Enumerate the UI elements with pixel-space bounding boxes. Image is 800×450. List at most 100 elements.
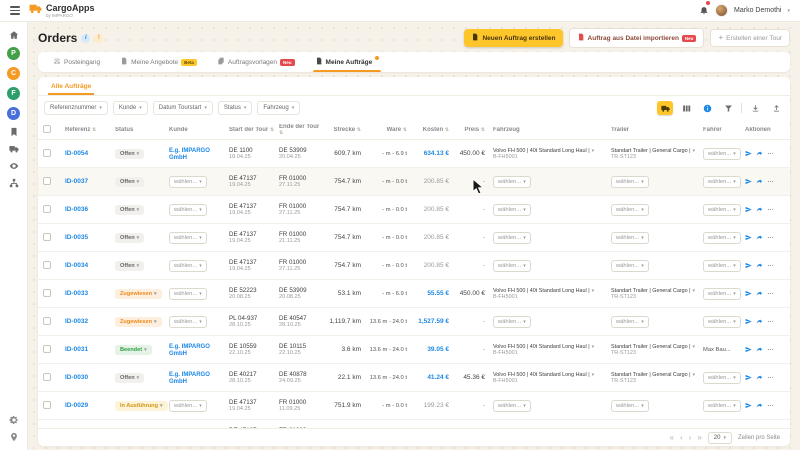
user-menu-chevron-icon[interactable]: ▾ [787,8,790,14]
filter-referenznummer[interactable]: Referenznummer ▾ [44,101,108,115]
row-checkbox[interactable] [43,344,51,353]
more-options-icon[interactable] [767,150,774,157]
row-checkbox[interactable] [43,260,51,269]
tab-auftragsvorlagen[interactable]: Auftragsvorlagen Neu [208,52,304,72]
driver-select[interactable]: wählen... ▾ [703,399,741,412]
order-reference-link[interactable]: ID-0033 [65,290,88,297]
more-options-icon[interactable] [767,178,774,185]
row-checkbox[interactable] [43,316,51,325]
vehicle-select[interactable]: wählen... ▾ [493,399,531,412]
tab-meine-auftraege[interactable]: Meine Aufträge [306,52,389,72]
vehicle-select[interactable]: wählen... ▾ [493,203,531,216]
status-select[interactable]: Offen ▾ [115,148,145,159]
customer-select[interactable]: wählen... ▾ [169,315,207,328]
order-reference-link[interactable]: ID-0031 [65,346,88,353]
driver-select[interactable]: wählen... ▾ [703,203,741,216]
send-icon[interactable] [745,290,752,297]
send-icon[interactable] [745,318,752,325]
last-page-button[interactable]: » [697,433,701,442]
tab-meine-angebote[interactable]: Meine Angebote Beta [111,52,206,72]
customer-select[interactable]: wählen... ▾ [169,231,207,244]
announcement-icon[interactable]: ! [94,33,104,43]
order-reference-link[interactable]: ID-0054 [65,150,88,157]
column-header-start-der-tour[interactable]: Start der Tour ⇅ [229,127,279,133]
network-icon[interactable] [9,178,19,188]
import-order-button[interactable]: Auftrag aus Datei importieren Neu [568,28,705,48]
next-page-button[interactable]: › [689,433,692,442]
status-select[interactable]: Offen ▾ [115,232,145,243]
more-options-icon[interactable] [767,262,774,269]
driver-select[interactable]: wählen... ▾ [703,231,741,244]
prev-page-button[interactable]: ‹ [680,433,683,442]
driver-select[interactable]: wählen... ▾ [703,315,741,328]
customer-select[interactable]: wählen... ▾ [169,287,207,300]
share-icon[interactable] [756,150,763,157]
trailer-select[interactable]: wählen... ▾ [611,259,649,272]
columns-button[interactable] [678,101,694,115]
download-button[interactable] [747,101,763,115]
planning-module-icon[interactable]: P [7,47,20,60]
customer-select[interactable]: wählen... ▾ [169,175,207,188]
dispatch-module-icon[interactable]: D [7,107,20,120]
status-select[interactable]: Offen ▾ [115,176,145,187]
truck-icon[interactable] [8,144,19,154]
first-page-button[interactable]: « [670,433,674,442]
more-options-icon[interactable] [767,290,774,297]
trailer-select[interactable]: wählen... ▾ [611,203,649,216]
vehicle-select[interactable]: wählen... ▾ [493,259,531,272]
order-reference-link[interactable]: ID-0037 [65,178,88,185]
filter-datum-tourstart[interactable]: Datum Tourstart ▾ [152,101,213,115]
row-checkbox[interactable] [43,372,51,381]
trailer-select[interactable]: wählen... ▾ [611,315,649,328]
column-header-ware[interactable]: Ware ⇅ [369,127,415,133]
send-icon[interactable] [745,234,752,241]
more-options-icon[interactable] [767,374,774,381]
customer-select[interactable]: wählen... ▾ [169,203,207,216]
share-icon[interactable] [756,234,763,241]
send-icon[interactable] [745,346,752,353]
customer-link[interactable]: E.g. IMPARGO GmbH [169,344,210,357]
row-checkbox[interactable] [43,288,51,297]
driver-select[interactable]: wählen... ▾ [703,259,741,272]
column-header-strecke[interactable]: Strecke ⇅ [329,127,369,133]
status-select[interactable]: Zugewiesen ▾ [115,288,162,299]
menu-icon[interactable] [10,6,20,15]
create-tour-button[interactable]: + Erstellen einer Tour [710,29,790,47]
trailer-select[interactable]: wählen... ▾ [611,399,649,412]
subtab-alle-auftraege[interactable]: Alle Aufträge [48,77,95,95]
notifications-bell-icon[interactable] [699,0,711,20]
customer-select[interactable]: wählen... ▾ [169,399,207,412]
cargo-module-icon[interactable]: C [7,67,20,80]
create-order-button[interactable]: Neuen Auftrag erstellen [464,29,563,47]
trailer-select[interactable]: wählen... ▾ [611,175,649,188]
row-checkbox[interactable] [43,148,51,157]
customer-link[interactable]: E.g. IMPARGO GmbH [169,148,210,161]
row-checkbox[interactable] [43,176,51,185]
share-icon[interactable] [756,346,763,353]
vehicle-view-button[interactable] [657,101,673,115]
location-icon[interactable] [9,432,19,442]
send-icon[interactable] [745,206,752,213]
row-checkbox[interactable] [43,204,51,213]
order-reference-link[interactable]: ID-0032 [65,318,88,325]
orders-info-icon[interactable]: i [81,33,91,43]
bookmark-icon[interactable] [9,127,19,137]
vehicle-select[interactable]: wählen... ▾ [493,231,531,244]
share-icon[interactable] [756,374,763,381]
driver-name[interactable]: Max Bau... [703,347,731,353]
driver-select[interactable]: wählen... ▾ [703,287,741,300]
column-header-referenz[interactable]: Referenz ⇅ [65,127,115,133]
send-icon[interactable] [745,262,752,269]
order-reference-link[interactable]: ID-0030 [65,374,88,381]
status-select[interactable]: In Ausführung ▾ [115,400,168,411]
home-icon[interactable] [9,30,19,40]
share-icon[interactable] [756,178,763,185]
settings-icon[interactable] [8,415,19,425]
driver-select[interactable]: wählen... ▾ [703,175,741,188]
fleet-module-icon[interactable]: F [7,87,20,100]
filter-button[interactable] [720,101,736,115]
order-reference-link[interactable]: ID-0036 [65,206,88,213]
order-reference-link[interactable]: ID-0029 [65,402,88,409]
page-size-select[interactable]: 20 ▾ [707,431,732,444]
tab-posteingang[interactable]: Posteingang [44,52,109,72]
